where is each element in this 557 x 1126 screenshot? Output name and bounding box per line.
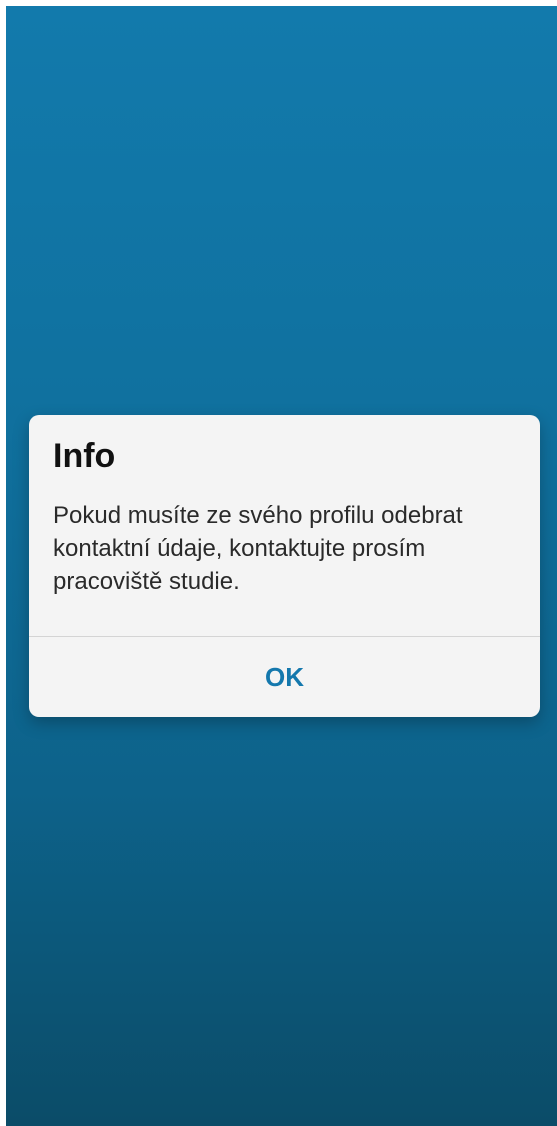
dialog-message: Pokud musíte ze svého profilu odebrat ko… [53, 502, 463, 595]
info-dialog: Info Pokud musíte ze svého profilu odebr… [29, 415, 540, 717]
ok-button[interactable]: OK [29, 637, 540, 717]
app-background: Info Pokud musíte ze svého profilu odebr… [6, 6, 557, 1126]
dialog-title: Info [53, 437, 116, 475]
